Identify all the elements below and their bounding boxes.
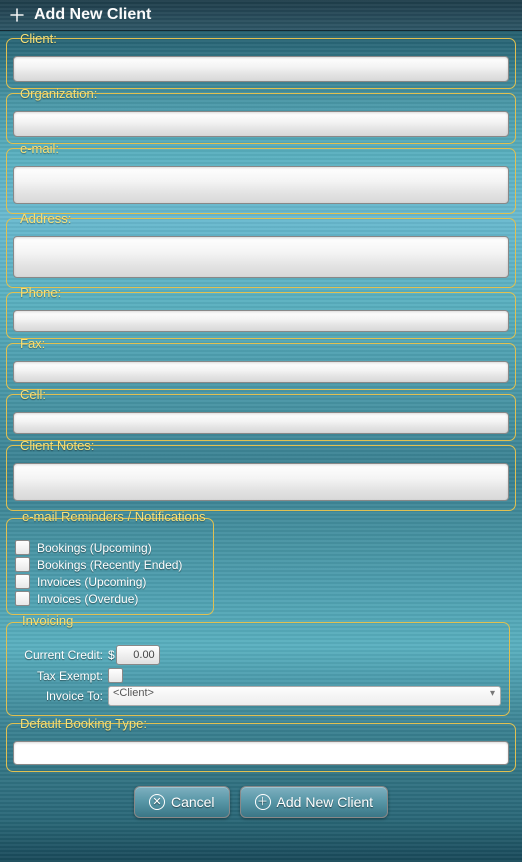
input-client[interactable] [13, 56, 509, 82]
checkbox-bookings-ended[interactable] [15, 557, 30, 572]
input-email[interactable] [13, 166, 509, 204]
cancel-button-label: Cancel [171, 794, 215, 810]
input-default-booking-type[interactable] [13, 741, 509, 765]
label-phone: Phone: [17, 286, 64, 299]
label-fax: Fax: [17, 337, 48, 350]
input-client-notes[interactable] [13, 463, 509, 501]
input-cell[interactable] [13, 412, 509, 434]
label-organization: Organization: [17, 87, 100, 100]
cancel-icon: ✕ [149, 794, 165, 810]
input-address[interactable] [13, 236, 509, 278]
label-client-notes: Client Notes: [17, 439, 97, 452]
checkbox-bookings-upcoming[interactable] [15, 540, 30, 555]
fieldset-notifications: e-mail Reminders / Notifications Booking… [6, 518, 214, 615]
input-current-credit[interactable] [116, 645, 160, 665]
label-client: Client: [17, 32, 60, 45]
legend-invoicing: Invoicing [19, 614, 76, 627]
label-invoices-overdue: Invoices (Overdue) [37, 592, 138, 606]
field-email: e-mail: [6, 148, 516, 214]
label-cell: Cell: [17, 388, 49, 401]
legend-notifications: e-mail Reminders / Notifications [19, 510, 209, 523]
dialog-title: Add New Client [34, 6, 151, 24]
field-default-booking-type: Default Booking Type: [6, 723, 516, 772]
cancel-button[interactable]: ✕ Cancel [134, 786, 230, 818]
input-phone[interactable] [13, 310, 509, 332]
checkbox-invoices-upcoming[interactable] [15, 574, 30, 589]
label-address: Address: [17, 212, 74, 225]
input-fax[interactable] [13, 361, 509, 383]
field-fax: Fax: [6, 343, 516, 390]
label-default-booking-type: Default Booking Type: [17, 717, 150, 730]
plus-icon [8, 6, 26, 24]
currency-symbol: $ [108, 648, 115, 662]
add-button-label: Add New Client [277, 794, 374, 810]
checkbox-tax-exempt[interactable] [108, 668, 123, 683]
label-current-credit: Current Credit: [15, 648, 103, 662]
label-bookings-upcoming: Bookings (Upcoming) [37, 541, 152, 555]
label-invoices-upcoming: Invoices (Upcoming) [37, 575, 146, 589]
checkbox-invoices-overdue[interactable] [15, 591, 30, 606]
button-row: ✕ Cancel ＋ Add New Client [6, 786, 516, 818]
add-new-client-button[interactable]: ＋ Add New Client [240, 786, 389, 818]
dialog-header: Add New Client [0, 0, 522, 31]
field-address: Address: [6, 218, 516, 288]
field-client: Client: [6, 38, 516, 89]
label-bookings-ended: Bookings (Recently Ended) [37, 558, 182, 572]
label-invoice-to: Invoice To: [15, 689, 103, 703]
fieldset-invoicing: Invoicing Current Credit: $ Tax Exempt: … [6, 622, 510, 716]
field-cell: Cell: [6, 394, 516, 441]
label-email: e-mail: [17, 142, 62, 155]
select-invoice-to[interactable]: <Client> [108, 686, 501, 706]
plus-circle-icon: ＋ [255, 794, 271, 810]
field-organization: Organization: [6, 93, 516, 144]
label-tax-exempt: Tax Exempt: [15, 669, 103, 683]
input-organization[interactable] [13, 111, 509, 137]
field-client-notes: Client Notes: [6, 445, 516, 511]
field-phone: Phone: [6, 292, 516, 339]
